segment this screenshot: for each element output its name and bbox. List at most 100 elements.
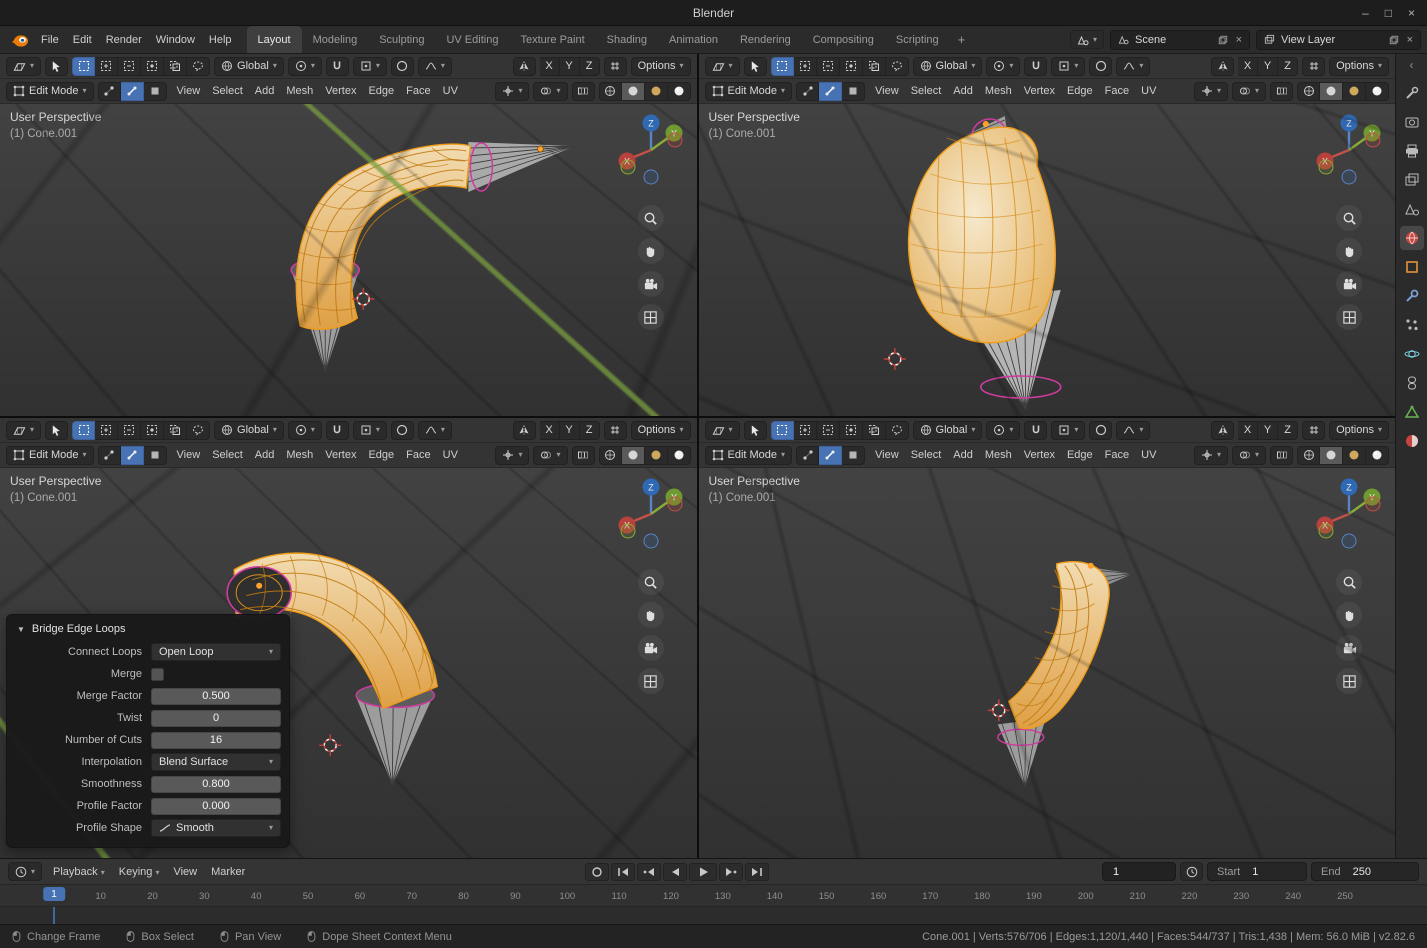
rendered-shading-button[interactable] <box>1366 445 1389 465</box>
main-menu-item[interactable]: Window <box>149 30 202 50</box>
mirror-axis-button[interactable]: Z <box>1278 420 1299 440</box>
editor-type-dropdown[interactable]: ▾ <box>704 56 740 76</box>
overlays-dropdown[interactable]: ▾ <box>533 81 568 101</box>
smoothness-field[interactable]: 0.800 <box>151 775 281 793</box>
viewport-menu-item[interactable]: Vertex <box>319 445 362 465</box>
transform-orientation-dropdown[interactable]: Global ▾ <box>214 56 284 76</box>
mirror-axis-button[interactable]: Z <box>579 420 600 440</box>
navigation-gizmo[interactable] <box>613 112 689 188</box>
select-subtract-button[interactable] <box>118 56 142 76</box>
snap-toggle-button[interactable] <box>1024 56 1048 76</box>
viewport-menu-item[interactable]: Add <box>249 81 281 101</box>
maximize-button[interactable]: □ <box>1385 6 1392 20</box>
edge-select-mode-button[interactable] <box>819 81 843 101</box>
properties-tab-constraints[interactable] <box>1400 371 1424 395</box>
mode-dropdown[interactable]: Edit Mode ▾ <box>704 81 793 101</box>
snap-options-button[interactable] <box>1302 420 1326 440</box>
viewport-menu-item[interactable]: View <box>171 445 207 465</box>
select-extend-button[interactable] <box>95 420 119 440</box>
viewport-menu-item[interactable]: View <box>869 445 905 465</box>
auto-keying-toggle[interactable] <box>585 862 610 881</box>
pivot-point-dropdown[interactable]: ▾ <box>287 56 322 76</box>
snap-toggle-button[interactable] <box>325 56 349 76</box>
mirror-axis-button[interactable]: X <box>1238 420 1259 440</box>
select-mode-more-button[interactable] <box>885 420 909 440</box>
show-gizmo-dropdown[interactable]: ▾ <box>495 445 530 465</box>
3d-cursor[interactable] <box>882 347 907 371</box>
profile-factor-field[interactable]: 0.000 <box>151 797 281 815</box>
editor-type-dropdown[interactable]: ▾ <box>704 420 740 440</box>
xray-toggle-button[interactable] <box>1270 81 1293 101</box>
select-intersect-button[interactable] <box>862 420 886 440</box>
mirror-button[interactable] <box>1211 56 1235 76</box>
zoom-button[interactable] <box>1336 205 1362 231</box>
proportional-falloff-dropdown[interactable]: ▾ <box>417 56 452 76</box>
viewport-menu-item[interactable]: Mesh <box>979 81 1018 101</box>
main-menu-item[interactable]: Edit <box>66 30 99 50</box>
options-dropdown[interactable]: Options ▾ <box>1329 56 1389 76</box>
properties-tab-material[interactable] <box>1400 429 1424 453</box>
main-menu-item[interactable]: File <box>34 30 66 50</box>
current-frame-indicator[interactable]: 1 <box>43 887 65 901</box>
zoom-button[interactable] <box>1336 569 1362 595</box>
edge-select-mode-button[interactable] <box>819 445 843 465</box>
pivot-point-dropdown[interactable]: ▾ <box>287 420 322 440</box>
mesh-cone-object[interactable] <box>699 468 1396 858</box>
jump-to-start-button[interactable] <box>611 862 636 881</box>
select-subtract-button[interactable] <box>118 420 142 440</box>
camera-view-button[interactable] <box>637 635 664 661</box>
snap-options-button[interactable] <box>603 420 627 440</box>
show-gizmo-dropdown[interactable]: ▾ <box>495 81 530 101</box>
mirror-axis-button[interactable]: Z <box>1278 56 1299 76</box>
face-select-mode-button[interactable] <box>842 81 866 101</box>
proportional-editing-toggle[interactable] <box>1089 56 1113 76</box>
active-tool-button[interactable] <box>45 56 69 76</box>
select-intersect-button[interactable] <box>862 56 886 76</box>
mirror-axis-button[interactable]: Y <box>559 56 580 76</box>
playhead-line[interactable] <box>53 907 55 924</box>
dopesheet-area[interactable] <box>0 907 1427 924</box>
select-invert-button[interactable] <box>839 56 863 76</box>
edge-select-mode-button[interactable] <box>120 445 144 465</box>
viewport-menu-item[interactable]: Select <box>905 445 948 465</box>
play-button[interactable] <box>689 862 718 881</box>
navigation-gizmo[interactable] <box>1311 476 1387 552</box>
overlays-dropdown[interactable]: ▾ <box>1231 81 1266 101</box>
proportional-editing-toggle[interactable] <box>1089 420 1113 440</box>
mirror-axis-button[interactable]: X <box>1238 56 1259 76</box>
viewport-menu-item[interactable]: Select <box>206 445 249 465</box>
viewport-menu-item[interactable]: Vertex <box>319 81 362 101</box>
3d-cursor[interactable] <box>351 287 376 311</box>
previous-keyframe-button[interactable] <box>637 862 662 881</box>
workspace-tab[interactable]: Scripting <box>885 26 950 53</box>
mirror-axis-button[interactable]: Y <box>1258 56 1279 76</box>
unlink-scene-button[interactable]: × <box>1234 34 1242 46</box>
properties-tab-scene[interactable] <box>1400 197 1424 221</box>
transform-orientation-dropdown[interactable]: Global ▾ <box>214 420 284 440</box>
blender-logo[interactable] <box>10 30 30 50</box>
mesh-cone-object[interactable] <box>0 104 697 416</box>
pan-button[interactable] <box>637 238 664 264</box>
remove-view-layer-button[interactable]: × <box>1405 34 1413 46</box>
viewport-menu-item[interactable]: Face <box>400 81 436 101</box>
viewport-canvas[interactable]: User Perspective (1) Cone.001 <box>698 468 1396 858</box>
merge-checkbox[interactable] <box>151 667 164 681</box>
viewport-menu-item[interactable]: Add <box>249 445 281 465</box>
viewport-menu-item[interactable]: Vertex <box>1018 81 1061 101</box>
mirror-axis-button[interactable]: Z <box>579 56 600 76</box>
select-mode-more-button[interactable] <box>885 56 909 76</box>
select-set-button[interactable] <box>770 420 794 440</box>
viewport-menu-item[interactable]: UV <box>437 81 464 101</box>
frame-end-field[interactable]: End 250 <box>1311 862 1419 881</box>
navigation-gizmo[interactable] <box>613 476 689 552</box>
viewport-menu-item[interactable]: View <box>869 81 905 101</box>
viewport-menu-item[interactable]: UV <box>1135 445 1162 465</box>
vertex-select-mode-button[interactable] <box>796 81 820 101</box>
frame-start-field[interactable]: Start 1 <box>1207 862 1307 881</box>
mirror-axis-button[interactable]: X <box>539 420 560 440</box>
workspace-tab[interactable]: Texture Paint <box>509 26 595 53</box>
close-button[interactable]: × <box>1408 6 1415 20</box>
select-extend-button[interactable] <box>793 420 817 440</box>
proportional-falloff-dropdown[interactable]: ▾ <box>1116 56 1151 76</box>
perspective-toggle-button[interactable] <box>1336 668 1362 694</box>
